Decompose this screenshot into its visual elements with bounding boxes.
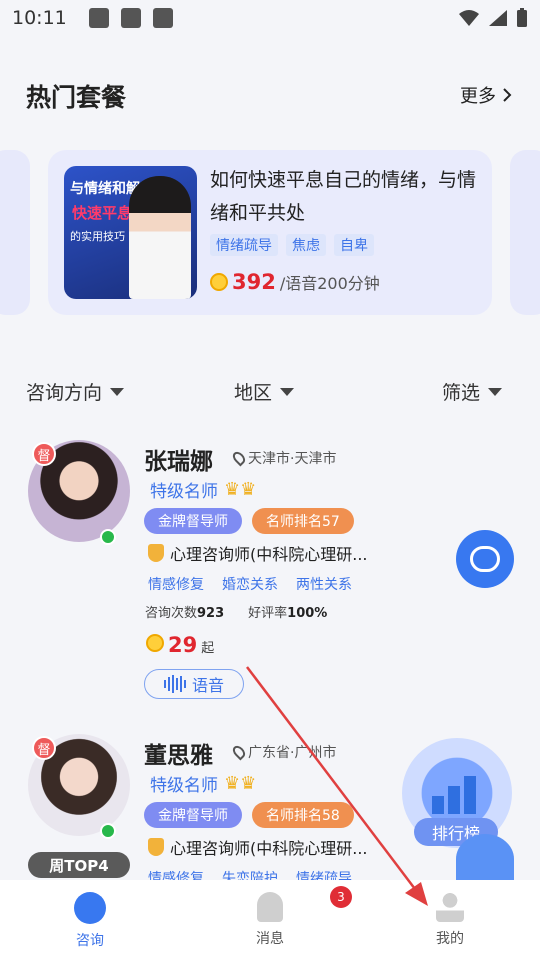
consult-icon <box>74 892 106 924</box>
price-value: 29 <box>168 633 198 657</box>
nav-messages[interactable]: 3 消息 <box>180 880 360 960</box>
tag: 情绪疏导 <box>210 234 278 256</box>
bottom-nav: 咨询 3 消息 我的 <box>0 880 540 960</box>
location-pin-icon <box>230 743 248 761</box>
section-title: 热门套餐 <box>26 83 127 112</box>
package-card[interactable]: 与情绪和解 快速平息 的实用技巧 如何快速平息自己的情绪，与情绪和平共处 情绪疏… <box>48 150 492 315</box>
chat-button-secondary[interactable] <box>456 834 514 884</box>
caret-down-icon <box>110 387 125 396</box>
counselor-location: 广东省·广州市 <box>230 742 337 762</box>
filter-screen[interactable]: 筛选 <box>442 378 503 405</box>
filter-label: 地区 <box>234 382 273 404</box>
chat-bubble-icon <box>470 546 500 572</box>
location-text: 广东省·广州市 <box>248 745 337 761</box>
supervisor-badge: 督 <box>32 442 56 466</box>
counselor-level: 特级名师 ♛♛ <box>150 477 256 502</box>
tag: 自卑 <box>334 234 374 256</box>
battery-icon <box>517 8 527 27</box>
coin-icon <box>146 634 164 652</box>
location-pin-icon <box>230 449 248 467</box>
location-text: 天津市·天津市 <box>248 451 337 467</box>
thumb-line3: 的实用技巧 <box>70 230 125 243</box>
package-tags: 情绪疏导 焦虑 自卑 <box>210 234 374 256</box>
thumb-line1: 与情绪和解 <box>70 181 140 197</box>
caret-down-icon <box>488 387 503 396</box>
filter-region[interactable]: 地区 <box>234 378 295 405</box>
price-unit: /语音200分钟 <box>279 274 380 293</box>
unread-badge: 3 <box>330 886 352 908</box>
thumb-line2: 快速平息 <box>72 204 133 222</box>
pill-rank: 名师排名58 <box>252 802 354 828</box>
cert-text: 心理咨询师(中科院心理研... <box>170 545 368 564</box>
consult-count: 咨询次数923 <box>145 606 225 621</box>
status-bar: 10:11 <box>0 0 540 36</box>
caret-down-icon <box>280 387 295 396</box>
bar-chart-icon <box>432 774 482 814</box>
counselor-name: 董思雅 <box>144 743 213 769</box>
more-label: 更多 <box>460 86 496 107</box>
package-title: 如何快速平息自己的情绪，与情绪和平共处 <box>210 169 477 224</box>
counselor-location: 天津市·天津市 <box>230 448 337 468</box>
counselor-pills: 金牌督导师 名师排名57 <box>144 508 354 534</box>
square-icon <box>120 8 141 28</box>
specialties: 情感修复 婚恋关系 两性关系 <box>148 574 352 594</box>
cert-text: 心理咨询师(中科院心理研... <box>170 839 368 858</box>
more-link[interactable]: 更多 <box>460 82 512 108</box>
weekly-top-badge: 周TOP4 <box>28 852 130 878</box>
price-value: 392 <box>232 270 276 294</box>
shield-icon <box>148 544 164 562</box>
status-time: 10:11 <box>12 7 67 29</box>
voice-button[interactable]: 语音 <box>144 669 244 699</box>
certification: 心理咨询师(中科院心理研... <box>148 541 368 565</box>
filter-label: 咨询方向 <box>26 382 103 404</box>
status-indicators <box>458 8 528 28</box>
tag: 焦虑 <box>286 234 326 256</box>
counselor-level: 特级名师 ♛♛ <box>150 771 256 796</box>
presenter-photo <box>129 176 191 299</box>
price-suffix: 起 <box>201 641 215 656</box>
online-indicator <box>100 823 116 839</box>
specialty: 情感修复 <box>148 577 204 593</box>
nav-label: 我的 <box>436 931 464 947</box>
crown-icons: ♛♛ <box>224 773 257 794</box>
carousel-card-next[interactable] <box>510 150 540 315</box>
specialty: 婚恋关系 <box>222 577 278 593</box>
signal-icon <box>489 10 507 26</box>
nav-consult[interactable]: 咨询 <box>0 880 180 960</box>
pill-supervisor: 金牌督导师 <box>144 802 242 828</box>
package-price: 392 /语音200分钟 <box>210 270 380 294</box>
counselor-price: 29 起 <box>146 633 214 657</box>
counselor-name: 张瑞娜 <box>144 449 213 475</box>
waveform-icon <box>163 675 186 693</box>
filter-label: 筛选 <box>442 382 481 404</box>
voice-label: 语音 <box>191 676 224 695</box>
carousel-card-prev[interactable] <box>0 150 30 315</box>
shield-icon <box>148 838 164 856</box>
rating: 好评率100% <box>248 606 328 621</box>
counselor-stats: 咨询次数923 好评率100% <box>145 602 327 621</box>
gallery-icon <box>88 8 109 28</box>
person-icon <box>436 892 464 922</box>
chevron-right-icon <box>503 88 512 102</box>
font-icon <box>152 8 173 28</box>
wifi-icon <box>459 10 479 26</box>
counselor-pills: 金牌督导师 名师排名58 <box>144 802 354 828</box>
supervisor-badge: 督 <box>32 736 56 760</box>
chat-button[interactable] <box>456 530 514 588</box>
package-thumbnail: 与情绪和解 快速平息 的实用技巧 <box>64 166 197 299</box>
nav-label: 消息 <box>256 931 284 947</box>
crown-icons: ♛♛ <box>224 479 257 500</box>
coin-icon <box>210 273 228 291</box>
bell-icon <box>257 892 283 922</box>
level-text: 特级名师 <box>150 776 218 796</box>
pill-supervisor: 金牌督导师 <box>144 508 242 534</box>
pill-rank: 名师排名57 <box>252 508 354 534</box>
nav-label: 咨询 <box>76 933 104 949</box>
nav-profile[interactable]: 我的 <box>360 880 540 960</box>
certification: 心理咨询师(中科院心理研... <box>148 835 368 859</box>
level-text: 特级名师 <box>150 482 218 502</box>
specialty: 两性关系 <box>296 577 352 593</box>
filter-direction[interactable]: 咨询方向 <box>26 378 125 405</box>
online-indicator <box>100 529 116 545</box>
